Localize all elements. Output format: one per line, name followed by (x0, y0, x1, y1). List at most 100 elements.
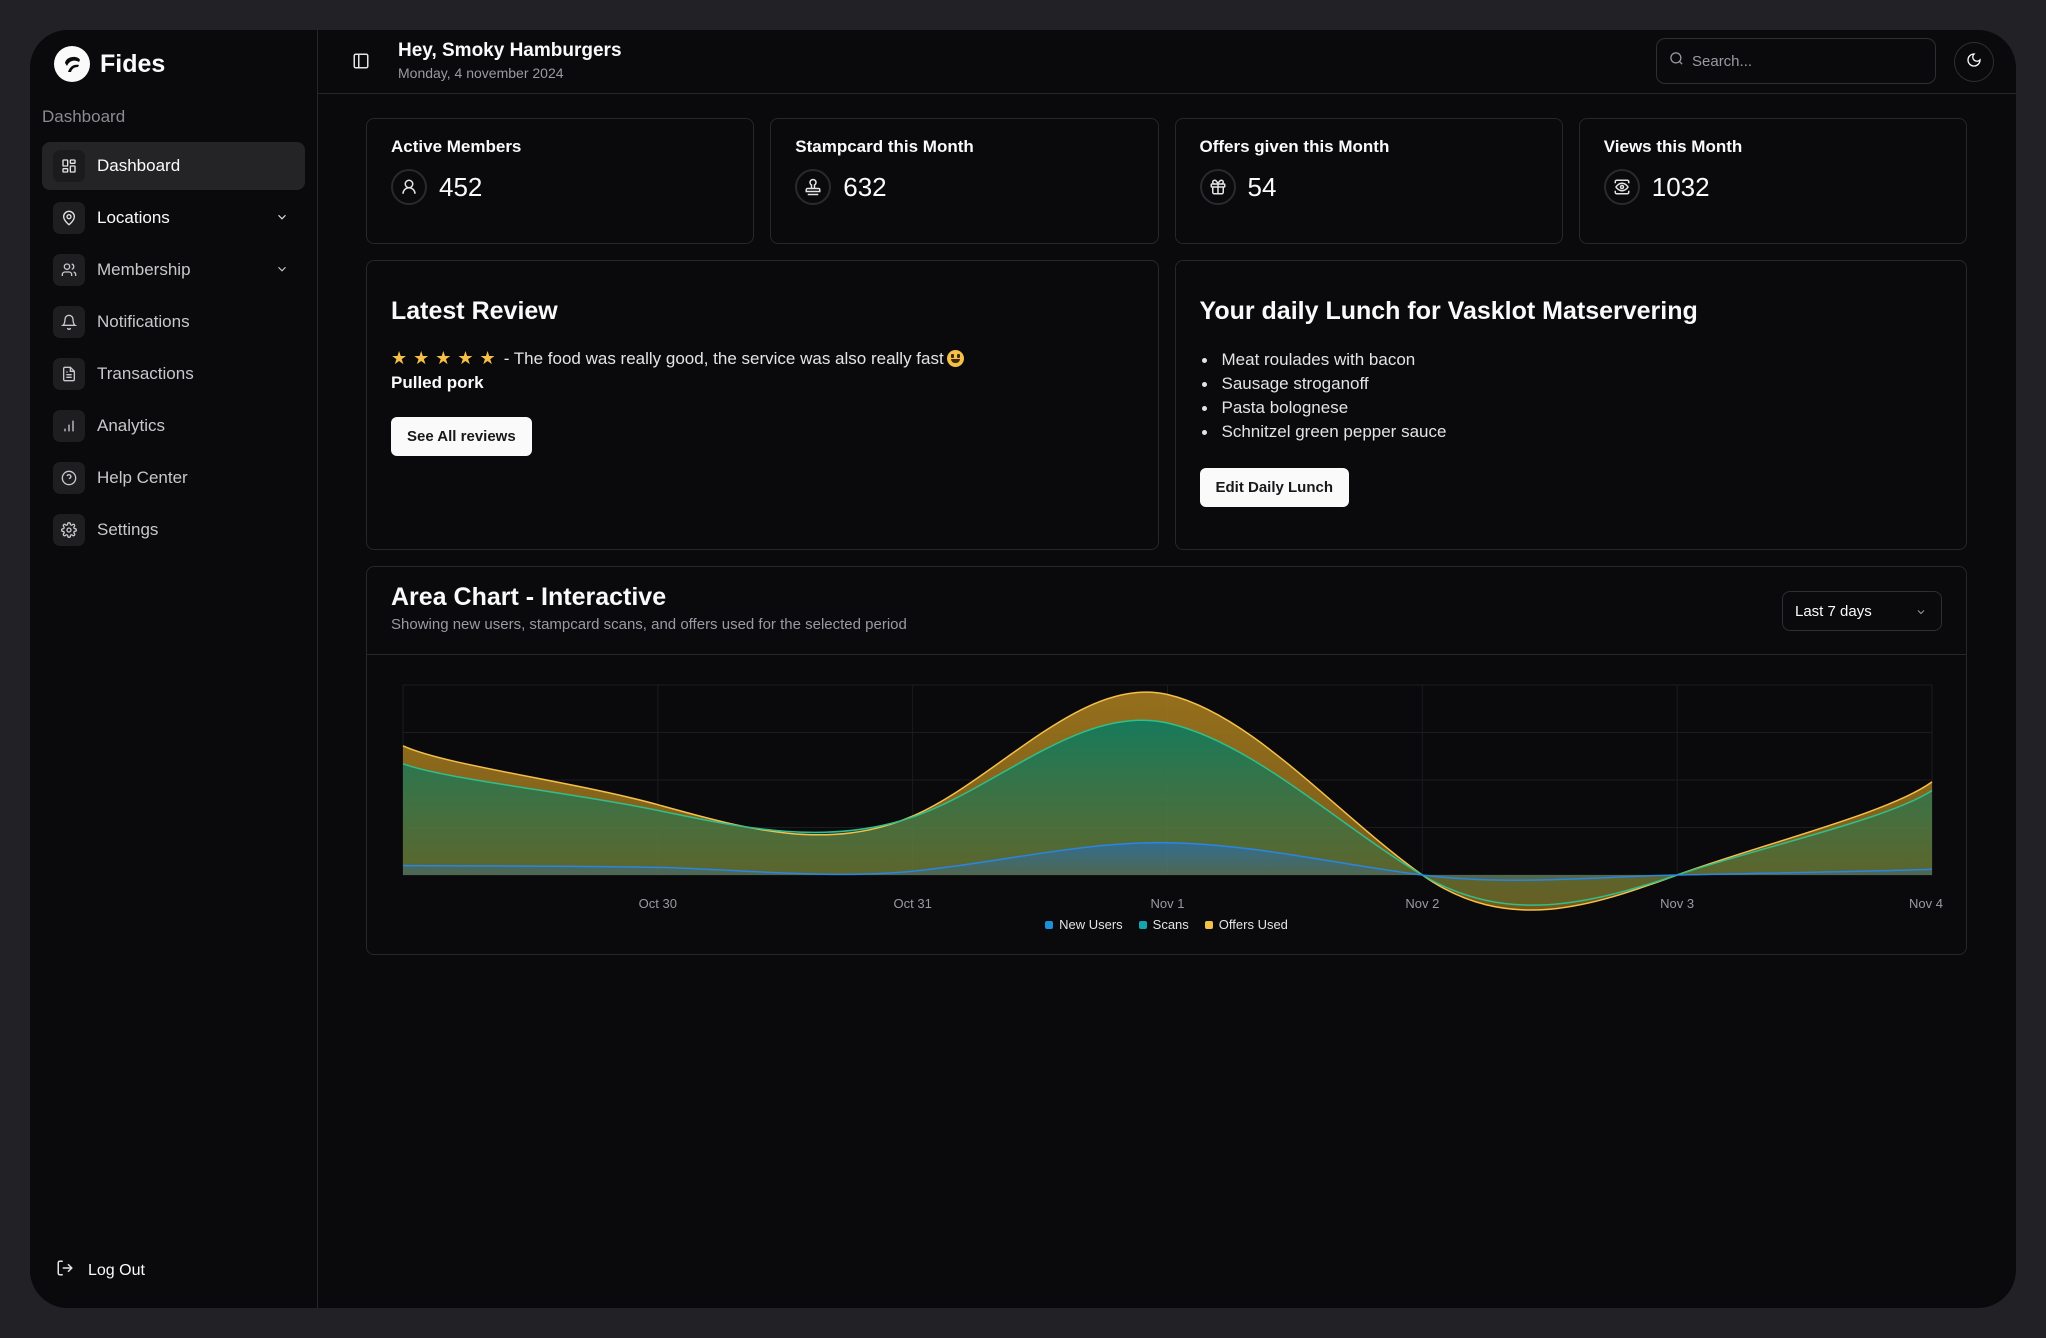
area-scans (403, 720, 1932, 906)
range-select[interactable]: Last 7 days (1782, 591, 1942, 631)
list-item: Sausage stroganoff (1200, 372, 1943, 396)
bell-icon (53, 306, 85, 338)
x-tick-label: Nov 1 (1151, 896, 1185, 911)
x-tick-label: Nov 2 (1405, 896, 1439, 911)
daily-lunch-title: Your daily Lunch for Vasklot Matserverin… (1199, 297, 1698, 325)
map-pin-icon (53, 202, 85, 234)
chart-title: Area Chart - Interactive (391, 583, 667, 611)
sidebar-toggle-icon[interactable] (352, 52, 370, 75)
search-input[interactable] (1692, 52, 1912, 70)
list-item: Pasta bolognese (1200, 396, 1943, 420)
stat-title: Offers given this Month (1199, 137, 1390, 156)
help-circle-icon (53, 462, 85, 494)
sidebar-item-label: Membership (97, 260, 191, 279)
brand[interactable]: Fides (54, 46, 165, 82)
fides-logo-icon (54, 46, 90, 82)
legend-item-offers-used[interactable]: Offers Used (1204, 917, 1288, 932)
app-window: Fides Dashboard Dashboard Locations Memb… (30, 30, 2016, 1308)
stat-card-stampcard: Stampcard this Month 632 (770, 118, 1159, 244)
info-row: Latest Review ★★★★★ - The food was reall… (366, 260, 1967, 550)
review-item-name: Pulled pork (391, 373, 484, 392)
chevron-down-icon (1917, 610, 1925, 615)
gear-icon (53, 514, 85, 546)
sidebar-item-label: Notifications (97, 312, 190, 331)
x-tick-label: Oct 31 (894, 896, 932, 911)
brand-name: Fides (100, 49, 166, 78)
sidebar: Fides Dashboard Dashboard Locations Memb… (30, 30, 318, 1308)
grinning-face-icon (946, 350, 964, 367)
review-line: ★★★★★ - The food was really good, the se… (391, 348, 1134, 369)
user-icon (391, 169, 427, 205)
sidebar-nav: Dashboard Locations Membership Notificat… (42, 142, 305, 558)
latest-review-title: Latest Review (391, 297, 558, 325)
stats-row: Active Members 452 Stampcard this Month (366, 118, 1967, 244)
legend-swatch (1204, 920, 1213, 929)
stat-title: Stampcard this Month (795, 137, 974, 156)
search-box[interactable] (1656, 38, 1936, 84)
layout-grid-icon (53, 150, 85, 182)
legend-label: New Users (1059, 917, 1123, 932)
x-tick-label: Nov 4 (1909, 896, 1943, 911)
chart-legend: New Users Scans Offers Used (367, 917, 1966, 932)
legend-label: Offers Used (1218, 917, 1288, 932)
stat-card-active-members: Active Members 452 (366, 118, 755, 244)
sidebar-item-settings[interactable]: Settings (42, 506, 305, 554)
area-chart[interactable]: Oct 30 Oct 31 Nov 1 Nov 2 Nov 3 Nov 4 (367, 655, 1968, 915)
edit-daily-lunch-button[interactable]: Edit Daily Lunch (1199, 468, 1350, 507)
latest-review-card: Latest Review ★★★★★ - The food was reall… (366, 260, 1159, 550)
log-out-icon (56, 1259, 74, 1282)
page-title: Hey, Smoky Hamburgers (398, 40, 622, 61)
legend-item-scans[interactable]: Scans (1138, 917, 1189, 932)
sidebar-item-label: Analytics (97, 416, 166, 435)
star-rating: ★★★★★ (391, 348, 502, 368)
x-tick-label: Nov 3 (1660, 896, 1694, 911)
sidebar-item-membership[interactable]: Membership (42, 246, 305, 294)
sidebar-item-help-center[interactable]: Help Center (42, 454, 305, 502)
moon-icon (1966, 52, 1982, 73)
see-all-reviews-button[interactable]: See All reviews (391, 417, 532, 456)
logout-label: Log Out (88, 1261, 145, 1279)
top-header: Hey, Smoky Hamburgers Monday, 4 november… (318, 30, 2016, 94)
list-item: Meat roulades with bacon (1200, 348, 1943, 372)
dashboard-content: Active Members 452 Stampcard this Month (366, 118, 1967, 955)
x-tick-label: Oct 30 (639, 896, 677, 911)
review-text: - The food was really good, the service … (503, 348, 944, 368)
chevron-down-icon[interactable] (275, 262, 289, 281)
sidebar-section-label: Dashboard (42, 107, 126, 126)
chevron-down-icon[interactable] (275, 210, 289, 229)
stat-title: Views this Month (1603, 137, 1743, 156)
stat-value: 54 (1247, 171, 1277, 202)
chart-header: Area Chart - Interactive Showing new use… (367, 567, 1966, 655)
sidebar-item-label: Help Center (97, 468, 188, 487)
chart-subtitle: Showing new users, stampcard scans, and … (391, 616, 907, 633)
sidebar-item-locations[interactable]: Locations (42, 194, 305, 242)
sidebar-item-analytics[interactable]: Analytics (42, 402, 305, 450)
stamp-icon (795, 169, 832, 205)
logout-button[interactable]: Log Out (56, 1259, 145, 1282)
sidebar-item-label: Locations (97, 208, 170, 227)
current-date: Monday, 4 november 2024 (398, 65, 564, 81)
area-chart-card: Area Chart - Interactive Showing new use… (366, 566, 1967, 955)
users-icon (53, 254, 85, 286)
legend-swatch (1138, 920, 1147, 929)
main-area: Hey, Smoky Hamburgers Monday, 4 november… (318, 30, 2016, 1308)
legend-item-new-users[interactable]: New Users (1045, 917, 1123, 932)
range-select-value: Last 7 days (1795, 602, 1872, 620)
sidebar-item-label: Dashboard (97, 156, 181, 175)
stat-value: 632 (843, 171, 887, 202)
gift-icon (1199, 169, 1236, 205)
theme-toggle-button[interactable] (1954, 42, 1994, 82)
stat-value: 1032 (1651, 171, 1710, 202)
sidebar-item-transactions[interactable]: Transactions (42, 350, 305, 398)
stat-card-offers: Offers given this Month 54 (1174, 118, 1563, 244)
sidebar-item-label: Settings (97, 520, 159, 539)
stat-value: 452 (439, 171, 483, 202)
file-text-icon (53, 358, 85, 390)
legend-label: Scans (1152, 917, 1189, 932)
bar-chart-icon (53, 410, 85, 442)
search-icon (1669, 51, 1684, 71)
sidebar-item-label: Transactions (97, 364, 194, 383)
legend-swatch (1045, 920, 1054, 929)
sidebar-item-notifications[interactable]: Notifications (42, 298, 305, 346)
sidebar-item-dashboard[interactable]: Dashboard (42, 142, 305, 190)
